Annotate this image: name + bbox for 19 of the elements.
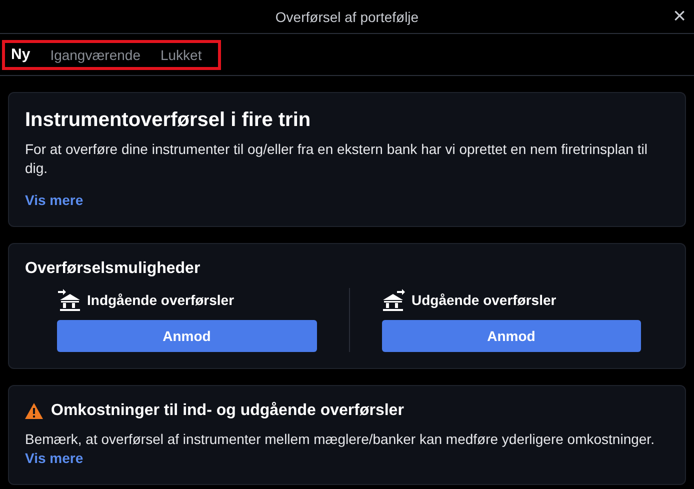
- window-title: Overførsel af portefølje: [275, 8, 419, 24]
- card-text: For at overføre dine instrumenter til og/eller fra en ekstern bank har vi oprettet en nem firetrinsplan til dig.: [25, 140, 649, 178]
- card-text: Bemærk, at overførsel af instrumenter mellem mæglere/banker kan medføre yderligere omkostninger. Vis mere: [25, 430, 656, 468]
- request-button[interactable]: Anmod: [382, 320, 641, 352]
- bank-arrow-icon: [57, 288, 81, 312]
- option-label: Indgående overførsler: [87, 292, 234, 308]
- close-button[interactable]: ×: [671, 5, 688, 27]
- more-link[interactable]: Vis mere: [25, 192, 84, 208]
- card-heading: Instrumentoverførsel i fire trin: [25, 109, 312, 132]
- more-link[interactable]: Vis mere: [25, 450, 84, 466]
- bank-arrow-icon: [382, 288, 406, 312]
- card-heading: Overførselsmuligheder: [25, 260, 202, 278]
- card-heading: Omkostninger til ind- og udgående overførsler: [51, 402, 404, 420]
- request-button[interactable]: Anmod: [57, 320, 316, 352]
- tab[interactable]: Igangværende: [40, 46, 150, 62]
- tab[interactable]: Ny: [9, 46, 40, 63]
- warning-icon: [25, 403, 43, 419]
- option-label: Udgående overførsler: [412, 292, 556, 308]
- tab[interactable]: Lukket: [150, 46, 212, 62]
